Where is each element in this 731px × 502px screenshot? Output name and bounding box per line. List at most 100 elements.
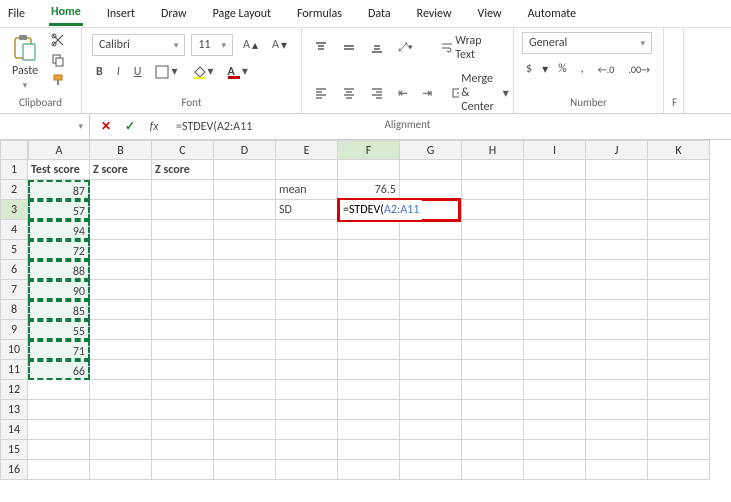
cell-k13[interactable] — [648, 400, 710, 420]
decrease-font-button[interactable]: A▾ — [268, 36, 291, 55]
cell-g14[interactable] — [400, 420, 462, 440]
tab-insert[interactable]: Insert — [105, 3, 137, 25]
currency-button[interactable]: $ — [522, 60, 536, 78]
cell-d1[interactable] — [214, 160, 276, 180]
italic-button[interactable]: I — [113, 63, 124, 81]
increase-decimal-button[interactable]: ←.0 — [594, 61, 619, 78]
cell-a14[interactable] — [28, 420, 90, 440]
cut-button[interactable] — [48, 32, 68, 48]
cell-j10[interactable] — [586, 340, 648, 360]
bold-button[interactable]: B — [92, 63, 107, 81]
row-header-16[interactable]: 16 — [0, 460, 28, 480]
cell-f7[interactable] — [338, 280, 400, 300]
cell-j6[interactable] — [586, 260, 648, 280]
col-header-k[interactable]: K — [648, 140, 710, 160]
cell-g7[interactable] — [400, 280, 462, 300]
cell-b15[interactable] — [90, 440, 152, 460]
cell-f5[interactable] — [338, 240, 400, 260]
cell-c13[interactable] — [152, 400, 214, 420]
cell-a13[interactable] — [28, 400, 90, 420]
cell-b9[interactable] — [90, 320, 152, 340]
cell-h6[interactable] — [462, 260, 524, 280]
row-header-10[interactable]: 10 — [0, 340, 28, 360]
cell-b13[interactable] — [90, 400, 152, 420]
cell-e12[interactable] — [276, 380, 338, 400]
cell-a1[interactable]: Test score — [28, 160, 90, 180]
align-center-button[interactable] — [338, 84, 360, 102]
row-header-2[interactable]: 2 — [0, 180, 28, 200]
row-header-14[interactable]: 14 — [0, 420, 28, 440]
cell-c6[interactable] — [152, 260, 214, 280]
cell-c7[interactable] — [152, 280, 214, 300]
row-header-9[interactable]: 9 — [0, 320, 28, 340]
cell-j1[interactable] — [586, 160, 648, 180]
cell-f2[interactable]: 76.5 — [338, 180, 400, 200]
cell-g8[interactable] — [400, 300, 462, 320]
cell-f13[interactable] — [338, 400, 400, 420]
cell-g9[interactable] — [400, 320, 462, 340]
cell-i15[interactable] — [524, 440, 586, 460]
accept-formula-button[interactable]: ✓ — [122, 119, 138, 135]
cell-j11[interactable] — [586, 360, 648, 380]
cell-h7[interactable] — [462, 280, 524, 300]
cell-e5[interactable] — [276, 240, 338, 260]
cell-d10[interactable] — [214, 340, 276, 360]
cell-e16[interactable] — [276, 460, 338, 480]
cell-k3[interactable] — [648, 200, 710, 220]
col-header-e[interactable]: E — [276, 140, 338, 160]
cell-h15[interactable] — [462, 440, 524, 460]
cell-k15[interactable] — [648, 440, 710, 460]
cell-j8[interactable] — [586, 300, 648, 320]
decrease-indent-button[interactable]: ⇤ — [394, 84, 412, 103]
cell-h16[interactable] — [462, 460, 524, 480]
comma-button[interactable]: , — [577, 60, 588, 78]
tab-home[interactable]: Home — [49, 1, 83, 26]
cell-d3[interactable] — [214, 200, 276, 220]
cell-i4[interactable] — [524, 220, 586, 240]
cell-h14[interactable] — [462, 420, 524, 440]
increase-font-button[interactable]: A▴ — [239, 36, 262, 55]
cell-c8[interactable] — [152, 300, 214, 320]
cell-f10[interactable] — [338, 340, 400, 360]
cell-g16[interactable] — [400, 460, 462, 480]
merge-center-button[interactable]: Merge & Center ▾ — [448, 70, 513, 116]
tab-view[interactable]: View — [476, 3, 504, 25]
align-right-button[interactable] — [366, 84, 388, 102]
cell-i6[interactable] — [524, 260, 586, 280]
cell-b3[interactable] — [90, 200, 152, 220]
cell-c4[interactable] — [152, 220, 214, 240]
cell-i2[interactable] — [524, 180, 586, 200]
cell-c1[interactable]: Z score — [152, 160, 214, 180]
cell-e10[interactable] — [276, 340, 338, 360]
borders-button[interactable]: ▾ — [151, 62, 181, 81]
cell-d14[interactable] — [214, 420, 276, 440]
cell-c15[interactable] — [152, 440, 214, 460]
percent-button[interactable]: % — [554, 60, 571, 78]
cell-h9[interactable] — [462, 320, 524, 340]
row-header-1[interactable]: 1 — [0, 160, 28, 180]
tab-formulas[interactable]: Formulas — [295, 3, 344, 25]
cell-b11[interactable] — [90, 360, 152, 380]
cell-i11[interactable] — [524, 360, 586, 380]
font-size-select[interactable]: 11▾ — [191, 34, 233, 56]
align-top-button[interactable] — [310, 39, 332, 57]
cell-i12[interactable] — [524, 380, 586, 400]
cell-a16[interactable] — [28, 460, 90, 480]
cell-d6[interactable] — [214, 260, 276, 280]
cell-a15[interactable] — [28, 440, 90, 460]
cell-e13[interactable] — [276, 400, 338, 420]
cell-e14[interactable] — [276, 420, 338, 440]
col-header-a[interactable]: A — [28, 140, 90, 160]
cell-a8[interactable]: 85 — [28, 300, 90, 320]
cell-b6[interactable] — [90, 260, 152, 280]
cell-a2[interactable]: 87 — [28, 180, 90, 200]
cell-k5[interactable] — [648, 240, 710, 260]
cell-c12[interactable] — [152, 380, 214, 400]
cell-d2[interactable] — [214, 180, 276, 200]
cell-e15[interactable] — [276, 440, 338, 460]
cell-f4[interactable] — [338, 220, 400, 240]
cell-g2[interactable] — [400, 180, 462, 200]
cell-f1[interactable] — [338, 160, 400, 180]
tab-draw[interactable]: Draw — [159, 3, 189, 25]
cell-f9[interactable] — [338, 320, 400, 340]
